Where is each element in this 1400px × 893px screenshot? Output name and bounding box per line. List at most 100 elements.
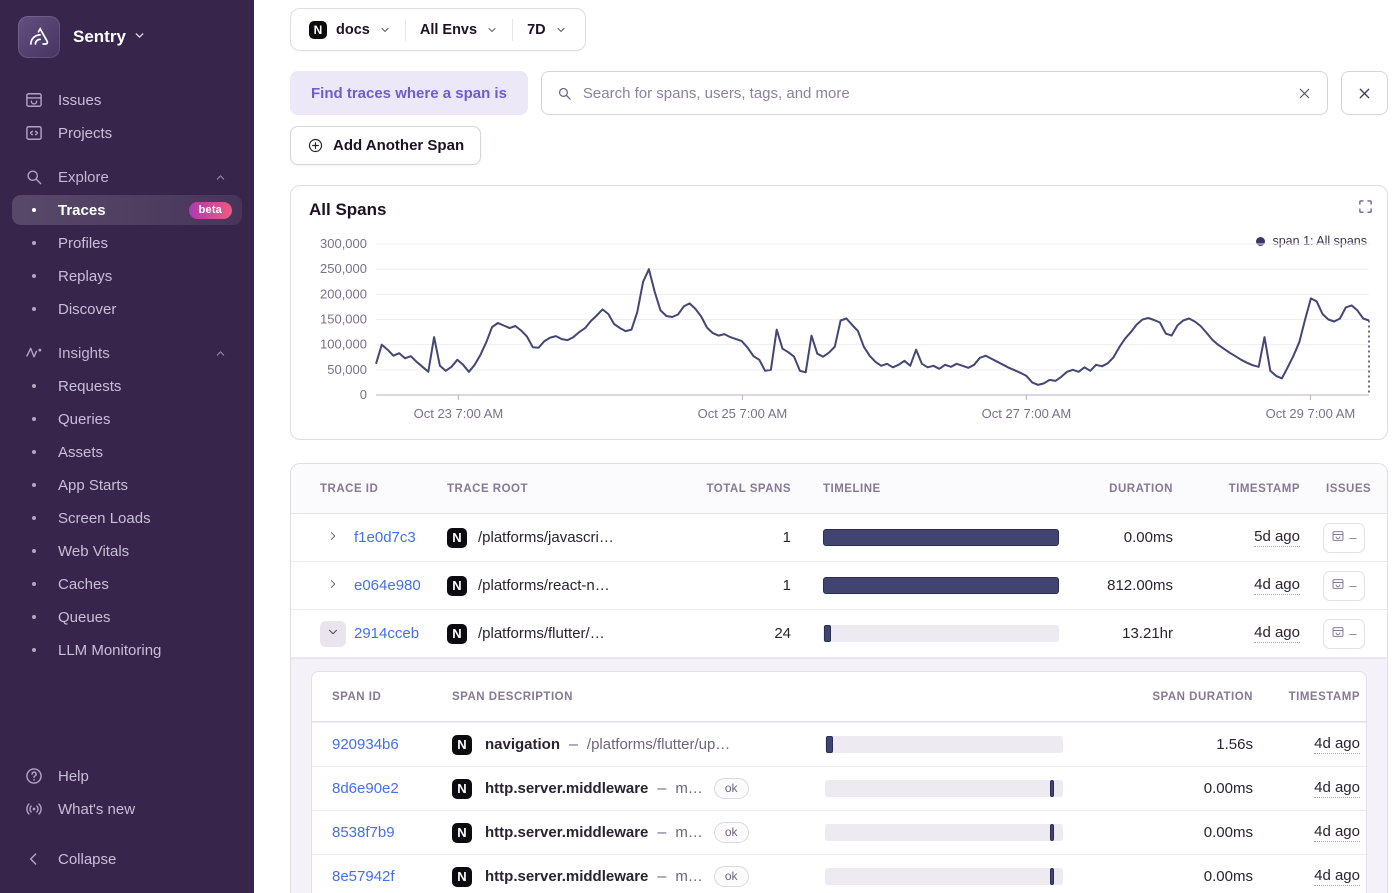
sidebar-item-app-starts[interactable]: App Starts bbox=[12, 470, 242, 500]
span-id-link[interactable]: 920934b6 bbox=[332, 736, 399, 753]
remove-span-button[interactable] bbox=[1341, 71, 1388, 115]
chart-panel: All Spans span 1: All spans 0 50,000 100,0… bbox=[290, 185, 1388, 440]
trace-id-link[interactable]: e064e980 bbox=[354, 577, 421, 594]
expand-trace-button[interactable] bbox=[320, 573, 346, 599]
sidebar-item-profiles[interactable]: Profiles bbox=[12, 228, 242, 258]
span-search-box bbox=[540, 71, 1328, 115]
bullet-icon bbox=[22, 516, 46, 520]
bullet-icon bbox=[22, 241, 46, 245]
environment-selector[interactable]: All Envs bbox=[406, 22, 512, 38]
chevron-up-icon bbox=[208, 347, 232, 360]
chevron-up-icon bbox=[208, 171, 232, 184]
trace-root: /platforms/flutter/… bbox=[478, 625, 605, 642]
sidebar-item-traces[interactable]: Traces beta bbox=[12, 195, 242, 225]
span-op: http.server.middleware bbox=[485, 868, 649, 885]
svg-text:50,000: 50,000 bbox=[327, 362, 367, 377]
find-traces-chip[interactable]: Find traces where a span is bbox=[290, 71, 528, 115]
clear-search-icon[interactable] bbox=[1296, 85, 1313, 102]
sidebar-item-what-s-new[interactable]: What's new bbox=[12, 794, 242, 824]
trace-duration: 812.00ms bbox=[1107, 577, 1173, 594]
svg-text:Oct 25 7:00 AM: Oct 25 7:00 AM bbox=[698, 406, 788, 421]
issues-button[interactable]: – bbox=[1323, 618, 1365, 649]
sidebar-item-queues[interactable]: Queues bbox=[12, 602, 242, 632]
expanded-trace-panel: SPAN ID SPAN DESCRIPTION SPAN DURATION T… bbox=[291, 658, 1387, 893]
bullet-icon bbox=[22, 417, 46, 421]
column-header-span-duration: SPAN DURATION bbox=[1152, 690, 1253, 703]
trace-id-link[interactable]: f1e0d7c3 bbox=[354, 529, 416, 546]
column-header-duration: DURATION bbox=[1109, 482, 1173, 495]
trace-row: 2914cceb N/platforms/flutter/… 24 13.21h… bbox=[291, 610, 1387, 658]
span-id-link[interactable]: 8e57942f bbox=[332, 868, 395, 885]
span-id-link[interactable]: 8d6e90e2 bbox=[332, 780, 399, 797]
span-op: navigation bbox=[485, 736, 561, 753]
column-header-timestamp: TIMESTAMP bbox=[1228, 482, 1300, 495]
bullet-icon bbox=[22, 384, 46, 388]
page-filters-bar: N docs All Envs 7D bbox=[290, 8, 586, 51]
issues-button[interactable]: – bbox=[1323, 570, 1365, 601]
timeline-bar bbox=[823, 529, 1059, 546]
svg-text:150,000: 150,000 bbox=[320, 312, 367, 327]
span-row: 8d6e90e2 N http.server.middleware – m… o… bbox=[312, 766, 1366, 810]
expand-trace-button[interactable] bbox=[320, 525, 346, 551]
platform-icon: N bbox=[452, 866, 472, 887]
span-timestamp: 4d ago bbox=[1314, 735, 1360, 754]
expand-chart-button[interactable] bbox=[1358, 199, 1373, 217]
sidebar-item-llm-monitoring[interactable]: LLM Monitoring bbox=[12, 635, 242, 665]
sidebar-section-explore[interactable]: Explore bbox=[12, 162, 242, 192]
sidebar-item-issues[interactable]: Issues bbox=[12, 85, 242, 115]
sidebar-item-assets[interactable]: Assets bbox=[12, 437, 242, 467]
org-switcher[interactable]: Sentry bbox=[18, 16, 238, 58]
trace-duration: 0.00ms bbox=[1123, 529, 1173, 546]
column-header-issues: ISSUES bbox=[1326, 482, 1372, 495]
column-header-timeline: TIMELINE bbox=[823, 482, 881, 495]
span-timeline-bar bbox=[825, 736, 1063, 753]
sidebar-item-screen-loads[interactable]: Screen Loads bbox=[12, 503, 242, 533]
search-icon bbox=[556, 85, 573, 102]
span-table: SPAN ID SPAN DESCRIPTION SPAN DURATION T… bbox=[311, 671, 1367, 893]
span-table-header: SPAN ID SPAN DESCRIPTION SPAN DURATION T… bbox=[312, 672, 1366, 722]
sidebar-section-insights[interactable]: Insights bbox=[12, 338, 242, 368]
trace-duration: 13.21hr bbox=[1122, 625, 1173, 642]
add-another-span-button[interactable]: Add Another Span bbox=[290, 126, 482, 165]
sidebar-item-replays[interactable]: Replays bbox=[12, 261, 242, 291]
date-range-selector[interactable]: 7D bbox=[513, 22, 581, 38]
sidebar-item-caches[interactable]: Caches bbox=[12, 569, 242, 599]
span-filter-row: Find traces where a span is bbox=[290, 71, 1388, 115]
sidebar-item-help[interactable]: Help bbox=[12, 761, 242, 791]
chevron-down-icon bbox=[555, 24, 567, 36]
span-row: 920934b6 N navigation – /platforms/flutt… bbox=[312, 722, 1366, 766]
issues-button[interactable]: – bbox=[1323, 522, 1365, 553]
span-row: 8538f7b9 N http.server.middleware – m… o… bbox=[312, 810, 1366, 854]
sidebar-item-discover[interactable]: Discover bbox=[12, 294, 242, 324]
platform-icon: N bbox=[447, 623, 467, 644]
whats-new-icon bbox=[22, 799, 46, 819]
sidebar-item-collapse[interactable]: Collapse bbox=[12, 844, 242, 874]
platform-icon: N bbox=[452, 778, 472, 799]
platform-icon: N bbox=[309, 20, 327, 39]
beta-badge: beta bbox=[188, 201, 232, 219]
sidebar-item-projects[interactable]: Projects bbox=[12, 118, 242, 148]
span-search-input[interactable] bbox=[582, 84, 1286, 102]
sidebar-item-queries[interactable]: Queries bbox=[12, 404, 242, 434]
sidebar-item-requests[interactable]: Requests bbox=[12, 371, 242, 401]
chevron-down-icon bbox=[133, 27, 146, 47]
svg-text:250,000: 250,000 bbox=[320, 261, 367, 276]
svg-text:200,000: 200,000 bbox=[320, 286, 367, 301]
trace-timestamp: 4d ago bbox=[1254, 624, 1300, 643]
trace-row: e064e980 N/platforms/react-n… 1 812.00ms… bbox=[291, 562, 1387, 610]
sidebar-item-web-vitals[interactable]: Web Vitals bbox=[12, 536, 242, 566]
column-header-span-timestamp: TIMESTAMP bbox=[1288, 690, 1360, 703]
span-id-link[interactable]: 8538f7b9 bbox=[332, 824, 395, 841]
span-timestamp: 4d ago bbox=[1314, 823, 1360, 842]
close-icon bbox=[1359, 88, 1370, 98]
svg-text:100,000: 100,000 bbox=[320, 337, 367, 352]
trace-id-link[interactable]: 2914cceb bbox=[354, 625, 419, 642]
chart-title: All Spans bbox=[309, 200, 387, 219]
spans-timeseries-chart[interactable]: 0 50,000 100,000 150,000 200,000 250,000 300,0… bbox=[309, 230, 1371, 430]
span-description: /platforms/flutter/up… bbox=[586, 736, 731, 753]
project-selector[interactable]: N docs bbox=[295, 20, 405, 39]
bullet-icon bbox=[22, 307, 46, 311]
expand-trace-button[interactable] bbox=[320, 620, 346, 647]
sidebar-nav: Issues Projects Explore Traces beta Prof… bbox=[0, 74, 254, 758]
trace-timestamp: 5d ago bbox=[1254, 528, 1300, 547]
